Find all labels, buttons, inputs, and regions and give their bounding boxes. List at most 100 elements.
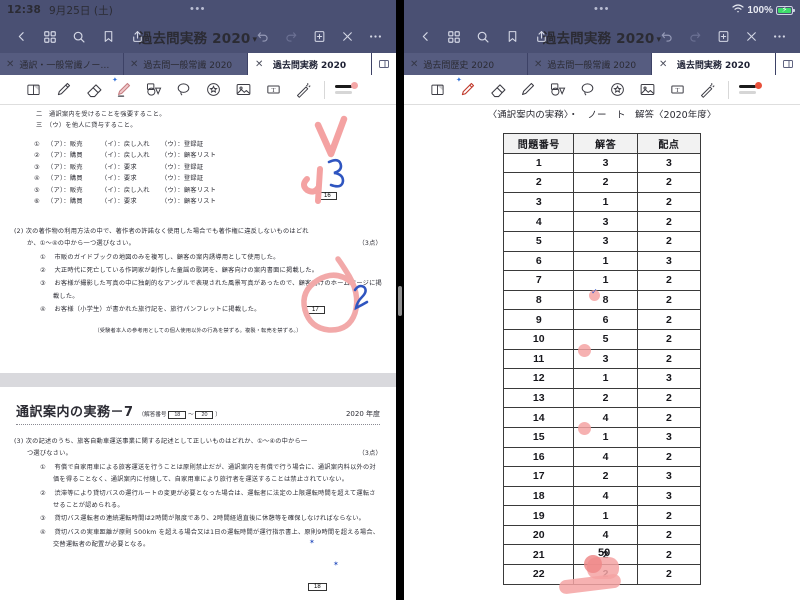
search-icon[interactable] [470,24,496,50]
option-row: ② （ア）：購買 （イ）：戻し入れ （ウ）：顧客リスト [34,152,217,160]
left-tab-2[interactable]: ✕ 過去問実務 2020 [248,53,372,75]
close-icon[interactable]: ✕ [534,59,542,70]
eraser-tool[interactable] [78,75,108,105]
q3-stem-line2: つ選びなさい。 [27,450,73,458]
sticker-tool[interactable] [198,75,228,105]
close-icon[interactable] [738,24,764,50]
shapes-tool[interactable] [138,75,168,105]
left-status-bar: 12:38 9月25日 (土) ••• [0,0,396,20]
table-row: 13 2 2 [502,387,702,409]
blue-mark-row9: ✓ [591,287,598,296]
q2-choice-2: ② 大正時代に死亡している作詞家が創作した童謡の歌詞を、顧客向けの案内書面に掲載… [40,266,319,274]
current-color-dot[interactable] [755,82,762,89]
magic-wand-tool[interactable] [692,75,722,105]
grid-thumbnails-icon[interactable] [37,24,63,50]
lasso-tool[interactable] [572,75,602,105]
answer-range-from: 18 [168,411,187,419]
undo-icon[interactable] [250,24,276,50]
left-tab-0[interactable]: ✕ 通訳・一般常識ノート Cover1 [0,53,124,75]
q3-stem-line1: (3) 次の記述のうち、旅客自動車運送事業に関する記述として正しいものはどれか、… [14,438,308,445]
bookmark-icon[interactable] [499,24,525,50]
page-layout-tool[interactable] [18,75,48,105]
eraser-tool[interactable] [482,75,512,105]
right-document-pane: ••• 100% ⚡ 過去問実務 2020 ▾ ✕ 過去問歴史 2020 ✕ 過… [404,0,800,600]
answer-box-17: 17 [306,306,325,314]
left-document-canvas[interactable]: 二 通訳案内を受けることを強要すること。 三 （ウ）を他人に貸与すること。 ① （… [0,105,396,600]
chevron-left-icon[interactable] [8,24,34,50]
page-layout-tool[interactable] [422,75,452,105]
right-tool-strip: ✦ T [404,75,800,105]
q3-choice-2: ② 渋滞等により貸切バスの運行ルートの変更が必要となった場合は、運転者に法定の上… [40,489,376,510]
chevron-left-icon[interactable] [412,24,438,50]
text-tool[interactable]: T [258,75,288,105]
add-page-icon[interactable] [306,24,332,50]
pen-tool[interactable]: ✦ [452,75,482,105]
add-page-icon[interactable] [710,24,736,50]
document-page-1: 二 通訳案内を受けることを強要すること。 三 （ウ）を他人に貸与すること。 ① （… [0,105,396,373]
left-tab-1[interactable]: ✕ 過去問一般常識 2020 [124,53,248,75]
close-icon[interactable]: ✕ [410,59,418,70]
redo-icon[interactable] [682,24,708,50]
clause-san: 三 （ウ）を他人に貸与すること。 [36,122,137,130]
highlighter-tool[interactable]: ✦ [108,75,138,105]
table-row: 17 2 3 [502,466,702,487]
right-tab-1[interactable]: ✕ 過去問一般常識 2020 [528,53,652,75]
image-tool[interactable] [632,75,662,105]
more-options-icon[interactable] [362,24,388,50]
left-app-toolbar: 過去問実務 2020 ▾ [0,20,396,53]
close-icon[interactable]: ✕ [130,59,138,70]
shapes-tool[interactable] [542,75,572,105]
current-color-dot[interactable] [351,82,358,89]
right-document-canvas[interactable]: 〈通訳案内の実務〉・ ノー ト 解答〈2020年度〉 問題番号 解答 配点 13… [404,105,800,600]
split-view-icon[interactable] [776,53,800,75]
answer-box-18: 18 [308,583,327,591]
left-color-swatch[interactable] [331,82,358,94]
right-tab-0[interactable]: ✕ 過去問歴史 2020 [404,53,528,75]
answer-box-17-wrap: 17 [306,298,325,316]
search-icon[interactable] [66,24,92,50]
section2-title: 通訳案内の実務－7 [16,405,134,420]
highlighter-tool[interactable] [512,75,542,105]
more-options-icon[interactable] [766,24,792,50]
answer-range-to: 20 [195,411,214,419]
col-header-question-no: 問題番号 [502,133,575,154]
share-icon[interactable] [528,24,554,50]
close-icon[interactable]: ✕ [255,59,263,70]
sticker-tool[interactable] [602,75,632,105]
magic-wand-tool[interactable] [288,75,318,105]
close-icon[interactable] [334,24,360,50]
table-row: 222 [502,172,702,193]
right-tab-0-label: 過去問歴史 2020 [423,60,495,71]
table-row: 312 [502,191,702,213]
undo-icon[interactable] [654,24,680,50]
left-tab-bar: ✕ 通訳・一般常識ノート Cover1 ✕ 過去問一般常識 2020 ✕ 過去問… [0,53,396,75]
answer-key-table-body: 133 222 312 432 532 613 712 882 962 10 5 2… [502,152,702,585]
battery-charging-icon: ⚡ [776,5,795,15]
grid-thumbnails-icon[interactable] [441,24,467,50]
svg-text:T: T [675,87,679,94]
lasso-tool[interactable] [168,75,198,105]
question-3: (3) 次の記述のうち、旅客自動車運送事業に関する記述として正しいものはどれか、… [0,436,396,552]
document-page-2: 通訳案内の実務－7 （解答番号 18 ～ 20 ） 2020 年度 (3) 次の… [0,387,396,600]
right-color-swatch[interactable] [735,82,762,94]
close-icon[interactable]: ✕ [6,59,14,70]
right-tab-2[interactable]: ✕ 過去問実務 2020 [652,53,776,75]
share-icon[interactable] [124,24,150,50]
right-app-toolbar: 過去問実務 2020 ▾ [404,20,800,53]
text-tool[interactable]: T [662,75,692,105]
bluetooth-indicator-icon: ✦ [456,76,462,84]
table-row: 712 [502,270,702,291]
pane-divider-handle[interactable] [398,286,402,316]
pen-tool[interactable] [48,75,78,105]
q2-stem-line1: (2) 次の著作物の利用方法の中で、著作者の許諾なく使用した場合でも著作権に違反… [14,227,309,235]
split-view-icon[interactable] [372,53,396,75]
bookmark-icon[interactable] [95,24,121,50]
right-document-title-text: 過去問実務 2020 [542,30,655,47]
pane-divider[interactable] [396,0,404,600]
close-icon[interactable]: ✕ [659,59,667,70]
redo-icon[interactable] [278,24,304,50]
image-tool[interactable] [228,75,258,105]
q3-points: （3点） [358,450,382,458]
table-row: 882 [502,289,702,311]
answer-box-18-wrap: 18 [308,575,327,593]
